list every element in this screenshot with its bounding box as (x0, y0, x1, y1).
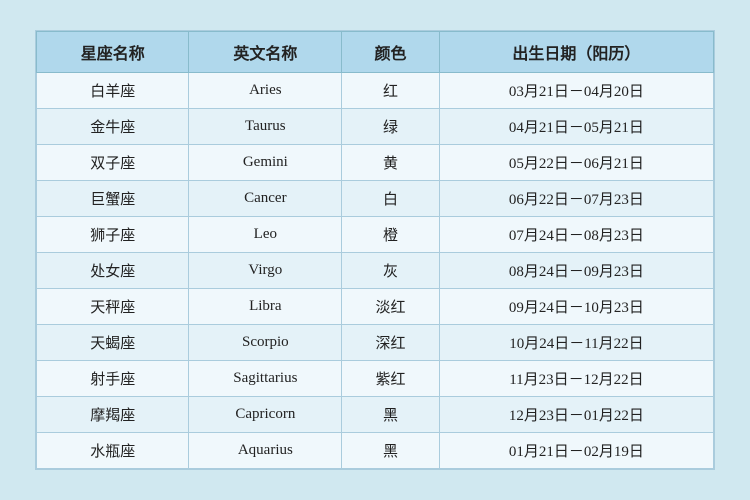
cell-chinese-name: 摩羯座 (37, 397, 189, 433)
cell-color: 绿 (342, 109, 440, 145)
cell-color: 深红 (342, 325, 440, 361)
cell-english-name: Scorpio (189, 325, 342, 361)
cell-english-name: Aries (189, 73, 342, 109)
header-chinese-name: 星座名称 (37, 32, 189, 73)
cell-chinese-name: 巨蟹座 (37, 181, 189, 217)
table-row: 金牛座Taurus绿04月21日－05月21日 (37, 109, 714, 145)
cell-color: 红 (342, 73, 440, 109)
cell-color: 紫红 (342, 361, 440, 397)
cell-english-name: Leo (189, 217, 342, 253)
cell-chinese-name: 狮子座 (37, 217, 189, 253)
cell-chinese-name: 双子座 (37, 145, 189, 181)
cell-color: 灰 (342, 253, 440, 289)
table-header-row: 星座名称 英文名称 颜色 出生日期（阳历） (37, 32, 714, 73)
header-english-name: 英文名称 (189, 32, 342, 73)
cell-dates: 09月24日－10月23日 (439, 289, 713, 325)
cell-chinese-name: 天秤座 (37, 289, 189, 325)
table-row: 天秤座Libra淡红09月24日－10月23日 (37, 289, 714, 325)
cell-color: 橙 (342, 217, 440, 253)
cell-english-name: Gemini (189, 145, 342, 181)
cell-chinese-name: 白羊座 (37, 73, 189, 109)
zodiac-table-container: 星座名称 英文名称 颜色 出生日期（阳历） 白羊座Aries红03月21日－04… (35, 30, 715, 470)
cell-english-name: Sagittarius (189, 361, 342, 397)
cell-color: 黑 (342, 433, 440, 469)
cell-english-name: Cancer (189, 181, 342, 217)
cell-color: 淡红 (342, 289, 440, 325)
cell-dates: 07月24日－08月23日 (439, 217, 713, 253)
cell-dates: 05月22日－06月21日 (439, 145, 713, 181)
cell-english-name: Taurus (189, 109, 342, 145)
table-row: 狮子座Leo橙07月24日－08月23日 (37, 217, 714, 253)
cell-chinese-name: 处女座 (37, 253, 189, 289)
cell-color: 黄 (342, 145, 440, 181)
cell-dates: 04月21日－05月21日 (439, 109, 713, 145)
cell-dates: 06月22日－07月23日 (439, 181, 713, 217)
cell-dates: 10月24日－11月22日 (439, 325, 713, 361)
cell-chinese-name: 射手座 (37, 361, 189, 397)
cell-english-name: Libra (189, 289, 342, 325)
cell-chinese-name: 水瓶座 (37, 433, 189, 469)
cell-english-name: Capricorn (189, 397, 342, 433)
table-row: 水瓶座Aquarius黑01月21日－02月19日 (37, 433, 714, 469)
cell-dates: 11月23日－12月22日 (439, 361, 713, 397)
cell-dates: 03月21日－04月20日 (439, 73, 713, 109)
table-row: 双子座Gemini黄05月22日－06月21日 (37, 145, 714, 181)
cell-dates: 01月21日－02月19日 (439, 433, 713, 469)
table-row: 天蝎座Scorpio深红10月24日－11月22日 (37, 325, 714, 361)
header-color: 颜色 (342, 32, 440, 73)
cell-color: 白 (342, 181, 440, 217)
cell-chinese-name: 金牛座 (37, 109, 189, 145)
cell-dates: 08月24日－09月23日 (439, 253, 713, 289)
table-row: 射手座Sagittarius紫红11月23日－12月22日 (37, 361, 714, 397)
table-row: 白羊座Aries红03月21日－04月20日 (37, 73, 714, 109)
header-dates: 出生日期（阳历） (439, 32, 713, 73)
zodiac-table: 星座名称 英文名称 颜色 出生日期（阳历） 白羊座Aries红03月21日－04… (36, 31, 714, 469)
cell-english-name: Virgo (189, 253, 342, 289)
cell-english-name: Aquarius (189, 433, 342, 469)
table-row: 巨蟹座Cancer白06月22日－07月23日 (37, 181, 714, 217)
cell-chinese-name: 天蝎座 (37, 325, 189, 361)
cell-color: 黑 (342, 397, 440, 433)
table-body: 白羊座Aries红03月21日－04月20日金牛座Taurus绿04月21日－0… (37, 73, 714, 469)
table-row: 处女座Virgo灰08月24日－09月23日 (37, 253, 714, 289)
table-row: 摩羯座Capricorn黑12月23日－01月22日 (37, 397, 714, 433)
cell-dates: 12月23日－01月22日 (439, 397, 713, 433)
